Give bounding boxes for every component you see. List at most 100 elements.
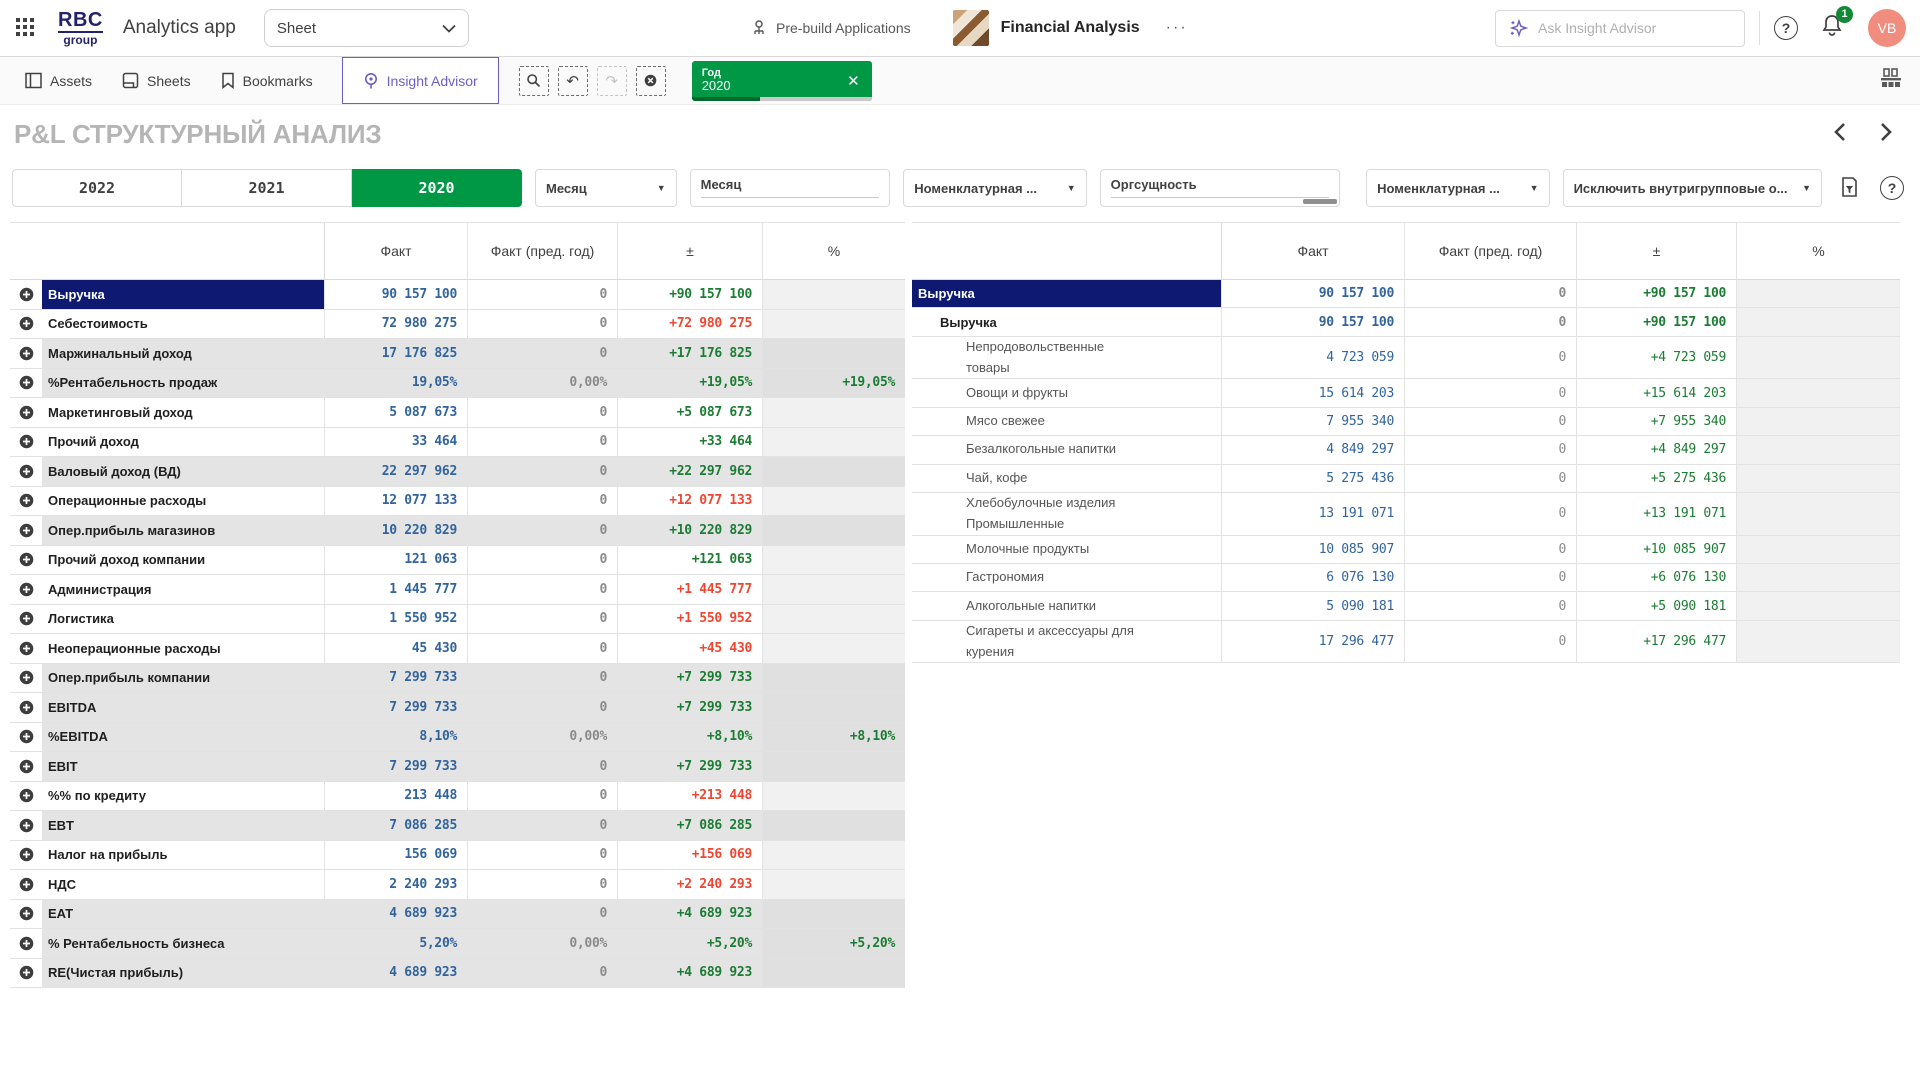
column-header[interactable]: Факт bbox=[325, 223, 468, 279]
notifications-button[interactable]: 1 bbox=[1820, 13, 1844, 44]
next-sheet-button[interactable] bbox=[1878, 121, 1894, 148]
row-label[interactable]: Прочий доход bbox=[42, 428, 324, 457]
row-label[interactable]: Опер.прибыль компании bbox=[42, 664, 324, 693]
expand-button[interactable] bbox=[10, 369, 42, 398]
expand-button[interactable] bbox=[10, 546, 42, 575]
current-app-name[interactable]: Financial Analysis bbox=[1001, 19, 1140, 37]
column-header[interactable]: % bbox=[763, 223, 905, 279]
year-button-2021[interactable]: 2021 bbox=[182, 169, 352, 207]
row-label[interactable]: Мясо свежее bbox=[912, 408, 1221, 435]
expand-button[interactable] bbox=[10, 634, 42, 663]
app-thumbnail[interactable] bbox=[953, 10, 989, 46]
prebuild-applications-link[interactable]: Pre-build Applications bbox=[750, 19, 911, 37]
tab-sheets[interactable]: Sheets bbox=[107, 57, 206, 104]
expand-button[interactable] bbox=[10, 752, 42, 781]
row-label[interactable]: Себестоимость bbox=[42, 310, 324, 339]
clear-selections-button[interactable] bbox=[636, 66, 666, 96]
row-label[interactable]: Алкогольные напитки bbox=[912, 592, 1221, 619]
expand-button[interactable] bbox=[10, 575, 42, 604]
row-label[interactable]: Молочные продукты bbox=[912, 536, 1221, 563]
expand-button[interactable] bbox=[10, 782, 42, 811]
column-header[interactable]: ± bbox=[1577, 223, 1737, 279]
row-label[interactable]: Маркетинговый доход bbox=[42, 398, 324, 427]
prev-sheet-button[interactable] bbox=[1832, 121, 1848, 148]
expand-button[interactable] bbox=[10, 487, 42, 516]
row-label[interactable]: Выручка bbox=[912, 280, 1221, 307]
filter-pane-button[interactable] bbox=[1835, 169, 1863, 207]
exclude-intragroup-dropdown[interactable]: Исключить внутригрупповые о... ▼ bbox=[1563, 169, 1822, 207]
row-label[interactable]: Опер.прибыль магазинов bbox=[42, 516, 324, 545]
row-label[interactable]: %Рентабельность продаж bbox=[42, 369, 324, 398]
row-label[interactable]: Администрация bbox=[42, 575, 324, 604]
nomenclature-dropdown[interactable]: Номенклатурная ... ▼ bbox=[903, 169, 1086, 207]
row-label[interactable]: Гастрономия bbox=[912, 564, 1221, 591]
row-label[interactable]: Выручка bbox=[42, 280, 324, 309]
expand-button[interactable] bbox=[10, 664, 42, 693]
header-label-cell[interactable] bbox=[10, 223, 325, 279]
expand-button[interactable] bbox=[10, 310, 42, 339]
expand-button[interactable] bbox=[10, 516, 42, 545]
row-label[interactable]: RE(Чистая прибыль) bbox=[42, 959, 324, 988]
expand-button[interactable] bbox=[10, 811, 42, 840]
selections-search-button[interactable] bbox=[519, 66, 549, 96]
expand-button[interactable] bbox=[10, 428, 42, 457]
nomenclature-dropdown-2[interactable]: Номенклатурная ... ▼ bbox=[1366, 169, 1549, 207]
row-label[interactable]: % Рентабельность бизнеса bbox=[42, 929, 324, 958]
column-header[interactable]: Факт bbox=[1222, 223, 1405, 279]
row-label[interactable]: Налог на прибыль bbox=[42, 841, 324, 870]
expand-button[interactable] bbox=[10, 693, 42, 722]
row-label[interactable]: Маржинальный доход bbox=[42, 339, 324, 368]
header-label-cell[interactable] bbox=[912, 223, 1222, 279]
row-label[interactable]: Операционные расходы bbox=[42, 487, 324, 516]
row-label[interactable]: EBIT bbox=[42, 752, 324, 781]
column-header[interactable]: ± bbox=[618, 223, 763, 279]
undo-selection-button[interactable]: ↶ bbox=[558, 66, 588, 96]
expand-button[interactable] bbox=[10, 605, 42, 634]
tab-assets[interactable]: Assets bbox=[10, 57, 107, 104]
year-button-2022[interactable]: 2022 bbox=[12, 169, 182, 207]
row-label[interactable]: Безалкогольные напитки bbox=[912, 436, 1221, 463]
row-label[interactable]: Выручка bbox=[912, 308, 1221, 335]
expand-button[interactable] bbox=[10, 339, 42, 368]
year-button-2020[interactable]: 2020 bbox=[352, 169, 522, 207]
row-label[interactable]: EBT bbox=[42, 811, 324, 840]
row-label[interactable]: EAT bbox=[42, 900, 324, 929]
redo-selection-button[interactable]: ↷ bbox=[597, 66, 627, 96]
remove-selection-icon[interactable]: ✕ bbox=[847, 72, 872, 90]
column-header[interactable]: % bbox=[1737, 223, 1900, 279]
more-options-icon[interactable]: ··· bbox=[1166, 19, 1188, 37]
row-label[interactable]: Прочий доход компании bbox=[42, 546, 324, 575]
row-label[interactable]: Валовый доход (ВД) bbox=[42, 457, 324, 486]
row-label[interactable]: Непродовольственные товары bbox=[912, 337, 1221, 379]
tab-insight-advisor[interactable]: Insight Advisor bbox=[342, 57, 499, 104]
expand-button[interactable] bbox=[10, 841, 42, 870]
ask-insight-advisor-input[interactable]: Ask Insight Advisor bbox=[1495, 10, 1745, 47]
org-entity-listbox[interactable]: Оргсущность bbox=[1100, 169, 1340, 207]
row-label[interactable]: Сигареты и аксессуары для курения bbox=[912, 621, 1221, 663]
row-label[interactable]: %EBITDA bbox=[42, 723, 324, 752]
row-label[interactable]: EBITDA bbox=[42, 693, 324, 722]
row-label[interactable]: Овощи и фрукты bbox=[912, 379, 1221, 406]
row-label[interactable]: Хлебобулочные изделия Промышленные bbox=[912, 493, 1221, 535]
expand-button[interactable] bbox=[10, 870, 42, 899]
expand-button[interactable] bbox=[10, 959, 42, 988]
sheet-selector-dropdown[interactable]: Sheet bbox=[264, 9, 469, 47]
row-label[interactable]: НДС bbox=[42, 870, 324, 899]
row-label[interactable]: Чай, кофе bbox=[912, 465, 1221, 492]
expand-button[interactable] bbox=[10, 457, 42, 486]
tab-bookmarks[interactable]: Bookmarks bbox=[206, 57, 328, 104]
help-icon[interactable]: ? bbox=[1774, 16, 1798, 40]
expand-button[interactable] bbox=[10, 929, 42, 958]
expand-button[interactable] bbox=[10, 723, 42, 752]
listbox-scrollbar[interactable] bbox=[1303, 199, 1337, 204]
sheet-grid-icon[interactable] bbox=[1880, 68, 1902, 93]
app-grid-menu-icon[interactable] bbox=[16, 18, 36, 38]
expand-button[interactable] bbox=[10, 280, 42, 309]
selection-chip-year[interactable]: Год 2020 ✕ bbox=[692, 61, 872, 101]
column-header[interactable]: Факт (пред. год) bbox=[468, 223, 618, 279]
sheet-help-button[interactable]: ? bbox=[1876, 169, 1908, 207]
column-header[interactable]: Факт (пред. год) bbox=[1405, 223, 1577, 279]
user-avatar[interactable]: VB bbox=[1868, 9, 1906, 47]
month-dropdown[interactable]: Месяц ▼ bbox=[535, 169, 677, 207]
month-listbox[interactable]: Месяц bbox=[690, 169, 891, 207]
